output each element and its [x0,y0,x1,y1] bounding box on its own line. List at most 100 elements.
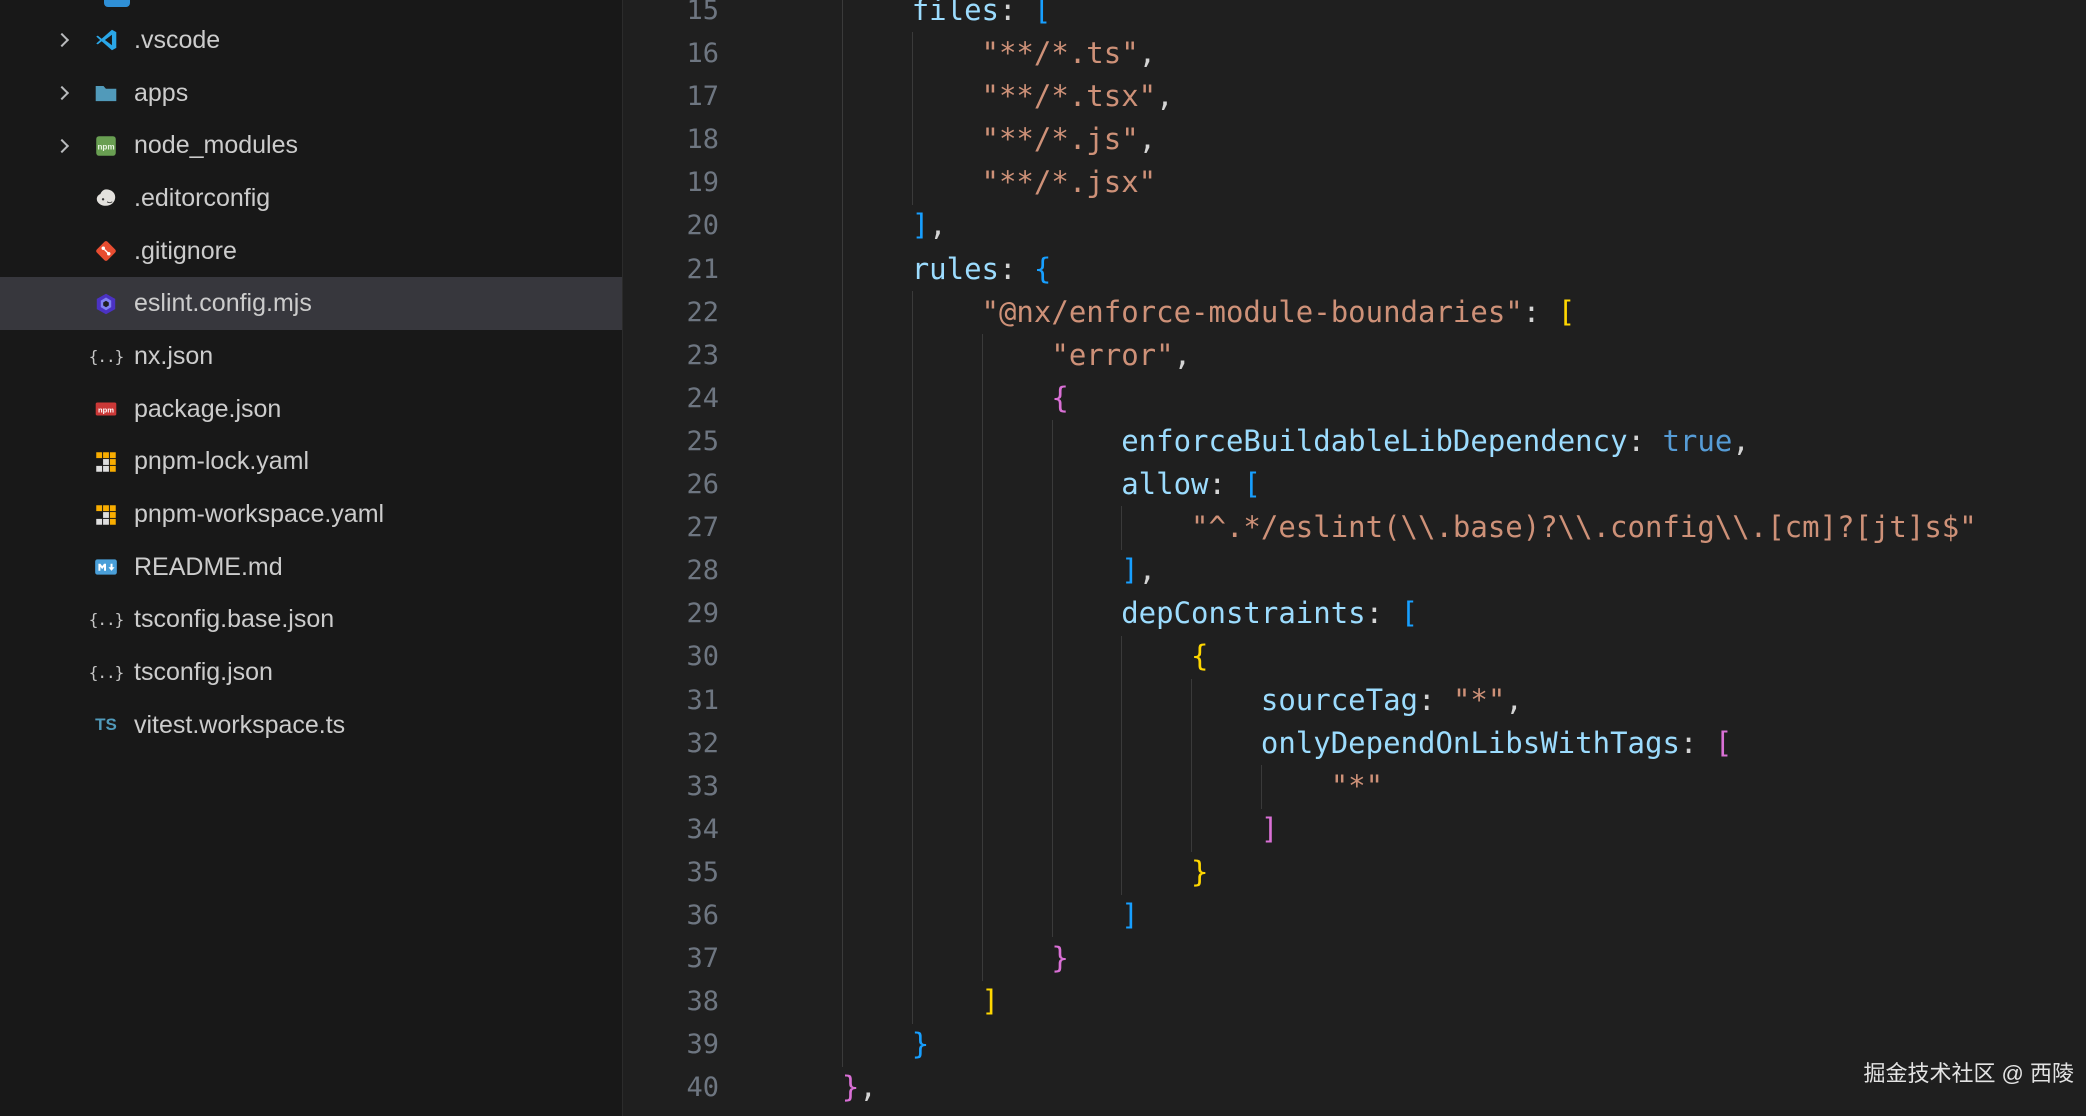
sidebar-item-eslint-config-mjs[interactable]: eslint.config.mjs [0,277,622,330]
code-token: } [1051,941,1068,975]
code-line-31[interactable]: sourceTag: "*", [772,679,1977,722]
code-line-25[interactable]: enforceBuildableLibDependency: true, [772,420,1977,463]
eslint-icon [91,289,121,319]
line-number[interactable]: 22 [624,291,719,334]
code-line-39[interactable]: } [772,1023,1977,1066]
file-label: package.json [134,395,281,424]
code-token: , [1174,338,1191,372]
sidebar-item-tsconfig-base-json[interactable]: {..}tsconfig.base.json [0,594,622,647]
code-token: "*" [1453,683,1505,717]
line-number[interactable]: 39 [624,1023,719,1066]
chevron-right-icon[interactable] [55,141,91,151]
line-number[interactable]: 40 [624,1066,719,1109]
code-token: : [1209,467,1244,501]
folder-icon [91,78,121,108]
code-token: , [1156,79,1173,113]
code-content[interactable]: files: [ "**/*.ts", "**/*.tsx", "**/*.js… [772,0,1977,1109]
code-line-22[interactable]: "@nx/enforce-module-boundaries": [ [772,291,1977,334]
line-number[interactable]: 17 [624,75,719,118]
line-number[interactable]: 38 [624,980,719,1023]
vscode-icon [91,25,121,55]
markdown-icon [91,552,121,582]
ts-icon: TS [91,710,121,740]
line-number[interactable]: 27 [624,506,719,549]
code-line-23[interactable]: "error", [772,334,1977,377]
line-number[interactable]: 31 [624,679,719,722]
code-line-34[interactable]: ] [772,808,1977,851]
sidebar-item-editorconfig[interactable]: .editorconfig [0,172,622,225]
line-number[interactable]: 24 [624,377,719,420]
code-line-18[interactable]: "**/*.js", [772,118,1977,161]
line-number[interactable]: 25 [624,420,719,463]
code-line-17[interactable]: "**/*.tsx", [772,75,1977,118]
sidebar-item-pnpm-workspace-yaml[interactable]: pnpm-workspace.yaml [0,488,622,541]
code-line-29[interactable]: depConstraints: [ [772,592,1977,635]
line-number[interactable]: 26 [624,463,719,506]
code-line-21[interactable]: rules: { [772,248,1977,291]
code-token: } [912,1027,929,1061]
code-token: { [1051,381,1068,415]
code-line-20[interactable]: ], [772,204,1977,247]
line-number[interactable]: 30 [624,635,719,678]
code-line-27[interactable]: "^.*/eslint(\\.base)?\\.config\\.[cm]?[j… [772,506,1977,549]
sidebar-item-vscode[interactable]: .vscode [0,14,622,67]
line-number[interactable]: 15 [624,0,719,32]
code-line-33[interactable]: "*" [772,765,1977,808]
code-token: rules [912,252,999,286]
line-number[interactable]: 28 [624,549,719,592]
editorconfig-icon [91,183,121,213]
code-token: "@nx/enforce-module-boundaries" [982,295,1523,329]
code-line-26[interactable]: allow: [ [772,463,1977,506]
sidebar-item-vitest-workspace-ts[interactable]: TSvitest.workspace.ts [0,699,622,752]
sidebar-item-package-json[interactable]: npm package.json [0,383,622,436]
code-line-24[interactable]: { [772,377,1977,420]
line-number[interactable]: 21 [624,248,719,291]
chevron-right-icon[interactable] [55,88,91,98]
sidebar-item-apps[interactable]: apps [0,67,622,120]
code-line-38[interactable]: ] [772,980,1977,1023]
line-number[interactable]: 34 [624,808,719,851]
code-token: } [842,1070,859,1104]
line-number[interactable]: 35 [624,851,719,894]
code-line-16[interactable]: "**/*.ts", [772,32,1977,75]
git-icon [91,236,121,266]
code-line-30[interactable]: { [772,635,1977,678]
code-token: "**/*.ts" [982,36,1139,70]
npm-icon: npm [91,394,121,424]
code-line-35[interactable]: } [772,851,1977,894]
sidebar-item-pnpm-lock-yaml[interactable]: pnpm-lock.yaml [0,436,622,489]
code-token: ] [1121,553,1138,587]
code-token: ] [1261,812,1278,846]
line-number[interactable]: 16 [624,32,719,75]
sidebar-item-gitignore[interactable]: .gitignore [0,225,622,278]
code-line-32[interactable]: onlyDependOnLibsWithTags: [ [772,722,1977,765]
sidebar-item-tsconfig-json[interactable]: {..}tsconfig.json [0,646,622,699]
code-token: , [1139,36,1156,70]
json-icon: {..} [91,658,121,688]
code-line-28[interactable]: ], [772,549,1977,592]
line-number[interactable]: 20 [624,204,719,247]
line-number[interactable]: 33 [624,765,719,808]
explorer-sidebar: .vscode apps npmnode_modules.editorconfig.… [0,0,623,1116]
code-line-15[interactable]: files: [ [772,0,1977,32]
file-label: pnpm-lock.yaml [134,447,309,476]
line-number[interactable]: 18 [624,118,719,161]
code-line-40[interactable]: }, [772,1066,1977,1109]
sidebar-item-nx-json[interactable]: {..}nx.json [0,330,622,383]
code-token: "error" [1051,338,1173,372]
code-line-37[interactable]: } [772,937,1977,980]
sidebar-item-readme-md[interactable]: README.md [0,541,622,594]
code-token: ] [982,984,999,1018]
line-number[interactable]: 36 [624,894,719,937]
chevron-right-icon[interactable] [55,35,91,45]
line-number[interactable]: 37 [624,937,719,980]
file-label: apps [134,79,188,108]
code-line-19[interactable]: "**/*.jsx" [772,161,1977,204]
line-number[interactable]: 29 [624,592,719,635]
line-number[interactable]: 23 [624,334,719,377]
code-line-36[interactable]: ] [772,894,1977,937]
sidebar-item-node-modules[interactable]: npmnode_modules [0,119,622,172]
line-number[interactable]: 32 [624,722,719,765]
code-token: , [1139,122,1156,156]
line-number[interactable]: 19 [624,161,719,204]
